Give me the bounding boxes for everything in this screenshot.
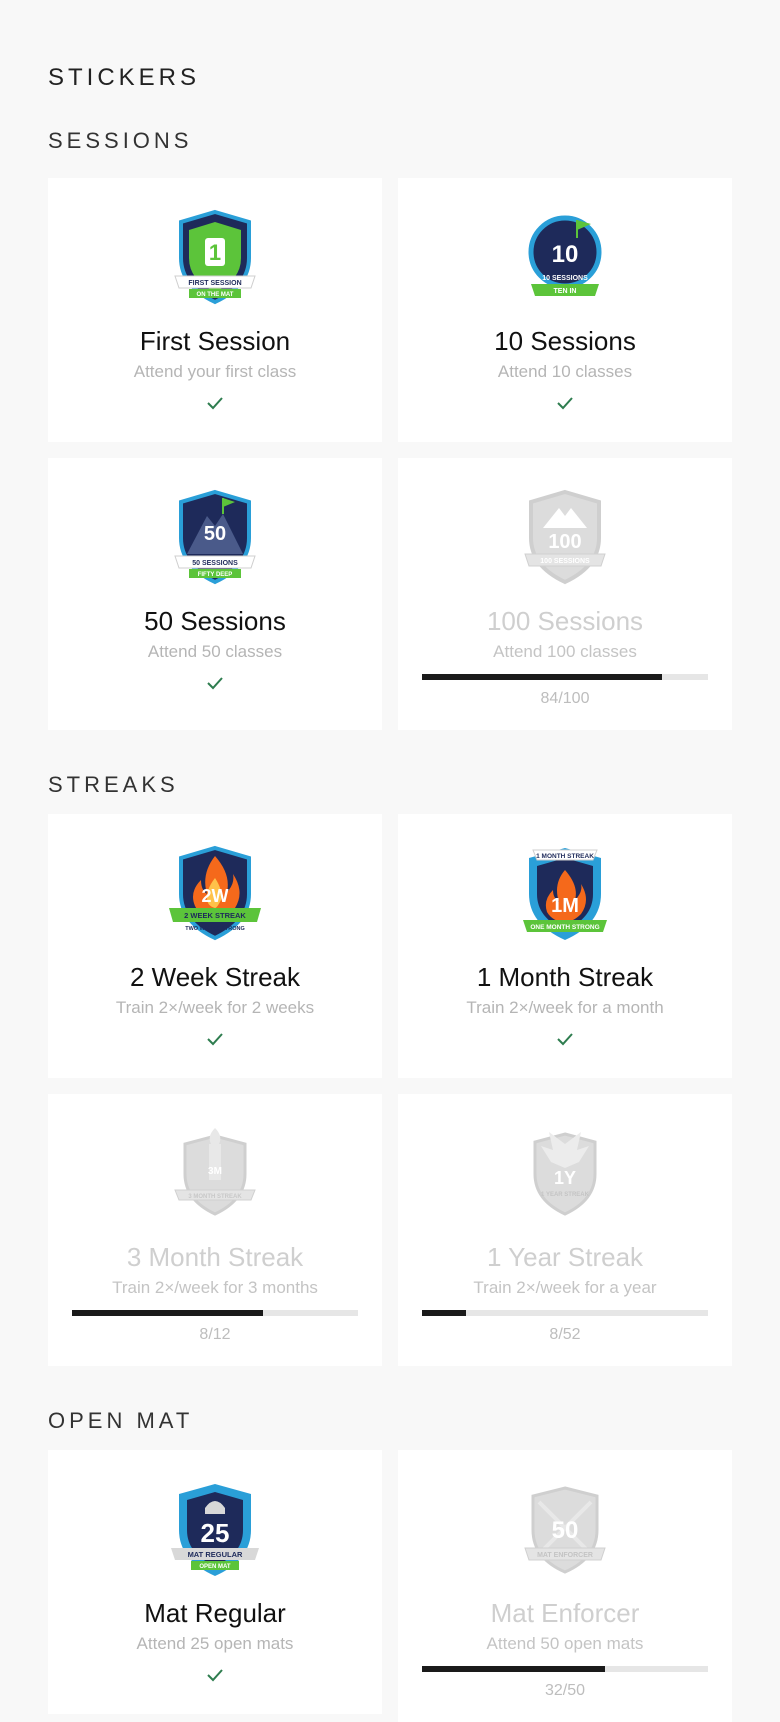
progress-bar [422, 674, 708, 680]
two-week-streak-badge-icon: 2W 2 WEEK STREAK TWO WEEKS STRONG [169, 845, 261, 941]
check-icon [557, 1033, 573, 1046]
sticker-card-100-sessions[interactable]: 100 100 SESSIONS 100 Sessions Attend 100… [398, 458, 732, 730]
sticker-title: Mat Regular [144, 1598, 286, 1628]
sticker-description: Attend 100 classes [493, 642, 637, 661]
sticker-card-first-session[interactable]: 1 FIRST SESSION ON THE MAT First Session… [48, 178, 382, 442]
sticker-description: Train 2×/week for 3 months [112, 1278, 318, 1297]
svg-text:TEN IN: TEN IN [554, 288, 577, 295]
sticker-description: Attend 50 open mats [486, 1634, 644, 1653]
sticker-description: Attend 50 classes [147, 642, 283, 661]
svg-text:25: 25 [201, 1518, 230, 1548]
sticker-title: 2 Week Streak [129, 962, 301, 992]
sticker-description: Attend your first class [133, 362, 297, 381]
svg-text:3 MONTH STREAK: 3 MONTH STREAK [188, 1194, 242, 1200]
svg-text:FIRST SESSION: FIRST SESSION [188, 280, 241, 287]
sticker-title: 10 Sessions [494, 326, 636, 356]
mat-enforcer-badge-icon: 50 MAT ENFORCER [524, 1486, 606, 1574]
check-icon [207, 1033, 223, 1046]
sticker-card-1-month-streak[interactable]: 1M 1 MONTH STREAK ONE MONTH STRONG 1 Mon… [398, 814, 732, 1078]
check-icon [557, 397, 573, 410]
progress-bar [72, 1310, 358, 1316]
sticker-description: Train 2×/week for 2 weeks [115, 998, 315, 1017]
ten-sessions-badge-icon: 10 10 SESSIONS TEN IN [528, 215, 602, 296]
sticker-card-3-month-streak[interactable]: 3M 3 MONTH STREAK 3 Month Streak Train 2… [48, 1094, 382, 1366]
svg-text:MAT ENFORCER: MAT ENFORCER [537, 1552, 593, 1559]
check-icon [207, 1669, 223, 1682]
sticker-card-1-year-streak[interactable]: 1Y 1 YEAR STREAK 1 Year Streak Train 2×/… [398, 1094, 732, 1366]
svg-text:100 SESSIONS: 100 SESSIONS [540, 558, 590, 565]
svg-text:10 SESSIONS: 10 SESSIONS [542, 275, 588, 282]
svg-text:MAT REGULAR: MAT REGULAR [188, 1550, 243, 1559]
page-title: STICKERS [48, 64, 201, 91]
progress-bar-fill [422, 1666, 606, 1672]
hundred-sessions-badge-icon: 100 100 SESSIONS [524, 489, 606, 585]
progress-label: 84/100 [540, 690, 590, 707]
svg-text:1 MONTH STREAK: 1 MONTH STREAK [536, 853, 594, 860]
three-month-streak-badge-icon: 3M 3 MONTH STREAK [174, 1128, 256, 1216]
svg-text:1M: 1M [551, 895, 579, 917]
svg-text:2W: 2W [202, 886, 229, 906]
svg-text:1Y: 1Y [554, 1168, 576, 1188]
sticker-title: 1 Year Streak [486, 1242, 644, 1272]
sticker-card-mat-regular[interactable]: 25 MAT REGULAR OPEN MAT Mat Regular Atte… [48, 1450, 382, 1714]
svg-text:10: 10 [552, 241, 579, 268]
progress-label: 8/12 [199, 1326, 231, 1343]
svg-text:50: 50 [204, 523, 226, 545]
svg-text:3M: 3M [208, 1166, 222, 1177]
fifty-sessions-badge-icon: 50 50 SESSIONS FIFTY DEEP [174, 489, 256, 585]
sticker-description: Train 2×/week for a year [473, 1278, 657, 1297]
sticker-title: 3 Month Streak [126, 1242, 304, 1272]
progress-label: 8/52 [549, 1326, 581, 1343]
sticker-description: Attend 25 open mats [136, 1634, 294, 1653]
sticker-title: 1 Month Streak [476, 962, 654, 992]
check-icon [207, 677, 223, 690]
progress-label: 32/50 [544, 1682, 586, 1699]
section-title-sessions: SESSIONS [48, 128, 193, 153]
svg-text:ON THE MAT: ON THE MAT [197, 292, 234, 298]
svg-text:2 WEEK STREAK: 2 WEEK STREAK [184, 911, 246, 920]
svg-text:OPEN MAT: OPEN MAT [199, 1564, 231, 1570]
section-title-streaks: STREAKS [48, 772, 179, 797]
svg-text:100: 100 [548, 531, 581, 553]
mat-regular-badge-icon: 25 MAT REGULAR OPEN MAT [171, 1484, 259, 1576]
sticker-description: Attend 10 classes [497, 362, 633, 381]
progress-bar [422, 1310, 708, 1316]
one-month-streak-badge-icon: 1M 1 MONTH STREAK ONE MONTH STRONG [523, 848, 607, 940]
svg-text:1 YEAR STREAK: 1 YEAR STREAK [541, 1192, 590, 1198]
progress-bar-fill [422, 1310, 467, 1316]
svg-text:FIFTY DEEP: FIFTY DEEP [198, 572, 233, 578]
sticker-description: Train 2×/week for a month [466, 998, 664, 1017]
svg-text:ONE MONTH STRONG: ONE MONTH STRONG [530, 924, 599, 931]
svg-text:1: 1 [209, 240, 221, 265]
svg-text:TWO WEEKS STRONG: TWO WEEKS STRONG [185, 926, 245, 932]
sticker-card-mat-enforcer[interactable]: 50 MAT ENFORCER Mat Enforcer Attend 50 o… [398, 1450, 732, 1722]
sticker-title: 100 Sessions [486, 606, 644, 636]
progress-bar-fill [422, 674, 663, 680]
svg-text:50 SESSIONS: 50 SESSIONS [192, 560, 238, 567]
progress-bar-fill [72, 1310, 263, 1316]
sticker-title: First Session [139, 326, 291, 356]
sticker-card-2-week-streak[interactable]: 2W 2 WEEK STREAK TWO WEEKS STRONG 2 Week… [48, 814, 382, 1078]
sticker-title: 50 Sessions [144, 606, 286, 636]
first-session-badge-icon: 1 FIRST SESSION ON THE MAT [174, 209, 256, 305]
sticker-card-50-sessions[interactable]: 50 50 SESSIONS FIFTY DEEP 50 Sessions At… [48, 458, 382, 730]
progress-bar [422, 1666, 708, 1672]
one-year-streak-badge-icon: 1Y 1 YEAR STREAK [533, 1132, 597, 1216]
sticker-card-10-sessions[interactable]: 10 10 SESSIONS TEN IN 10 Sessions Attend… [398, 178, 732, 442]
check-icon [207, 397, 223, 410]
sticker-title: Mat Enforcer [490, 1598, 640, 1628]
section-title-open-mat: OPEN MAT [48, 1408, 194, 1433]
svg-text:50: 50 [552, 1517, 579, 1544]
